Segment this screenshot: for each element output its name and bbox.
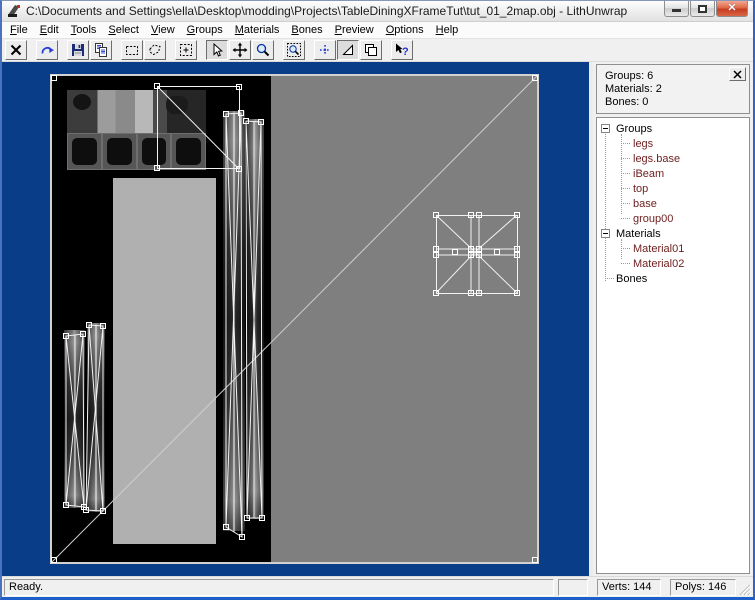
pointer-button[interactable] [206,40,228,60]
uv-texture-square [51,75,538,563]
stats-materials: Materials: 2 [605,83,662,95]
app-icon [8,5,20,17]
tree-item-material01[interactable]: Material01 [599,241,749,256]
zoom-icon [256,43,270,57]
close-icon: ✕ [727,2,737,14]
zoom-region-button[interactable] [283,40,305,60]
tree-item-group00[interactable]: group00 [599,211,749,226]
context-help-icon: ? [396,43,409,58]
uv-wireframe [51,75,538,563]
status-polys: Polys: 146 [670,578,736,596]
select-free-icon [149,44,161,56]
svg-text:?: ? [402,46,409,58]
menu-bar: File Edit Tools Select View Groups Mater… [2,22,753,39]
stats-box: Groups: 6 Materials: 2 Bones: 0 [596,64,750,114]
maximize-icon [698,5,707,13]
menu-item-view[interactable]: View [145,23,181,37]
vertex-mode-button[interactable] [314,40,336,60]
tree-item-legs[interactable]: legs [599,136,749,151]
select-rectangle-button[interactable] [121,40,143,60]
status-ready: Ready. [4,578,554,596]
collapse-icon[interactable] [601,229,610,238]
face-mode-button[interactable] [337,40,359,60]
select-free-button[interactable] [144,40,166,60]
zoom-region-icon [287,43,301,57]
menu-item-tools[interactable]: Tools [65,23,103,37]
context-help-button[interactable]: ? [391,40,413,60]
maximize-button[interactable] [690,1,715,17]
select-expand-icon [180,44,192,56]
menu-item-materials[interactable]: Materials [229,23,286,37]
status-bar: Ready. Verts: 144 Polys: 146 [2,576,753,597]
delete-icon [10,44,22,56]
tree-item-bones[interactable]: Bones [599,271,749,286]
save-icon [72,44,84,56]
stats-groups: Groups: 6 [605,70,654,82]
pointer-icon [213,42,223,57]
select-rectangle-icon [126,46,138,55]
face-mode-icon [342,44,353,55]
tree-item-top[interactable]: top [599,181,749,196]
side-panel: Groups: 6 Materials: 2 Bones: 0 Groups l… [593,62,753,576]
minimize-icon [672,9,681,12]
tree-item-base[interactable]: base [599,196,749,211]
tree-item-legs-base[interactable]: legs.base [599,151,749,166]
toolbar: ? [2,39,753,62]
copy-button[interactable] [90,40,112,60]
tree-item-ibeam[interactable]: iBeam [599,166,749,181]
status-verts: Verts: 144 [597,578,661,596]
vertex-mode-icon [320,45,330,55]
collapse-icon[interactable] [601,124,610,133]
menu-item-preview[interactable]: Preview [329,23,380,37]
close-button[interactable]: ✕ [716,1,748,17]
select-expand-button[interactable] [175,40,197,60]
app-window: C:\Documents and Settings\ella\Desktop\m… [0,0,755,600]
menu-item-help[interactable]: Help [430,23,465,37]
tree-view: Groups legs legs.base iBeam top base gro… [596,117,750,574]
minimize-button[interactable] [664,1,689,17]
zoom-button[interactable] [252,40,274,60]
delete-button[interactable] [5,40,27,60]
tree-item-material02[interactable]: Material02 [599,256,749,271]
menu-item-file[interactable]: File [4,23,34,37]
panel-close-button[interactable] [729,67,746,81]
window-title: C:\Documents and Settings\ella\Desktop\m… [26,4,628,18]
status-empty-panel [558,578,588,596]
menu-item-select[interactable]: Select [102,23,145,37]
arrange-icon [365,44,377,56]
resize-grip[interactable] [738,579,751,596]
redo-icon [41,47,54,54]
copy-icon [95,43,107,57]
title-bar[interactable]: C:\Documents and Settings\ella\Desktop\m… [2,1,753,22]
panel-close-icon [733,69,742,79]
uv-canvas[interactable] [2,62,589,576]
stats-bones: Bones: 0 [605,96,649,108]
menu-item-groups[interactable]: Groups [181,23,229,37]
save-button[interactable] [67,40,89,60]
menu-item-bones[interactable]: Bones [285,23,328,37]
move-icon [232,42,248,58]
move-button[interactable] [229,40,251,60]
arrange-button[interactable] [360,40,382,60]
menu-item-edit[interactable]: Edit [34,23,65,37]
redo-button[interactable] [36,40,58,60]
main-area: Groups: 6 Materials: 2 Bones: 0 Groups l… [2,62,753,576]
menu-item-options[interactable]: Options [380,23,430,37]
